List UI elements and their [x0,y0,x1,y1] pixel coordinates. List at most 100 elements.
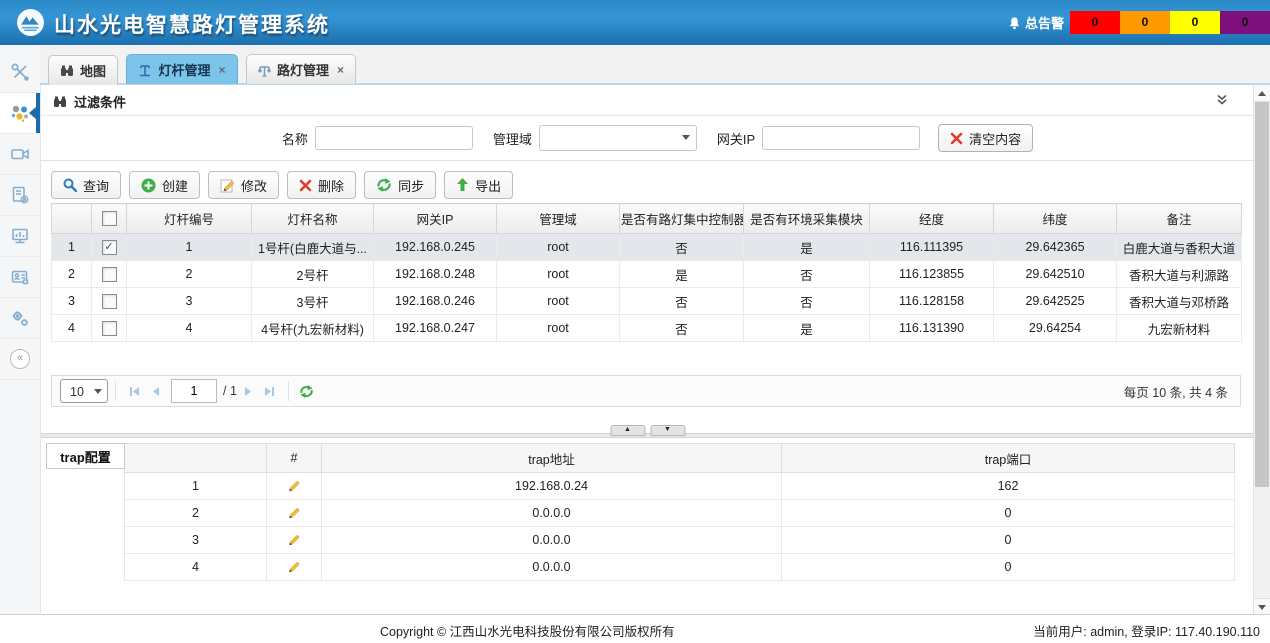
alarm-label: 总告警 [1025,13,1064,32]
tab-streetlight-management[interactable]: 路灯管理 [246,54,356,84]
sidebar [0,45,41,615]
cell: 29.642365 [994,234,1117,261]
table-row[interactable]: 3 3 3号杆 192.168.0.246 root 否 否 116.12815… [52,288,1242,315]
refresh-button[interactable] [296,380,318,402]
cell: 116.111395 [870,234,994,261]
trap-header-row: # trap地址 trap端口 [125,444,1235,473]
pole-icon [138,63,152,77]
prev-page-button[interactable] [145,380,167,402]
trap-port-cell: 0 [782,554,1235,581]
sidebar-item-tools[interactable] [0,52,40,93]
gateway-ip-input[interactable] [762,126,920,150]
first-page-button[interactable] [123,380,145,402]
edit-pencil-icon [220,178,235,193]
alarm-count-major[interactable]: 0 [1120,11,1170,34]
cell: 九宏新材料 [1117,315,1242,342]
scroll-up-button[interactable] [1254,85,1270,102]
clear-button[interactable]: 清空内容 [938,124,1033,152]
tab-map-label: 地图 [80,61,106,80]
create-button[interactable]: 创建 [129,171,200,199]
next-page-button[interactable] [237,380,259,402]
col-remark: 备注 [1117,204,1242,234]
table-row[interactable]: 2 2 2号杆 192.168.0.248 root 是 否 116.12385… [52,261,1242,288]
row-checkbox[interactable] [102,294,117,309]
tab-pole-management[interactable]: 灯杆管理 [126,54,237,84]
cell: 香积大道与利源路 [1117,261,1242,288]
splitter-buttons [610,425,685,436]
alarm-count-warning[interactable]: 0 [1220,11,1270,34]
page-size-select[interactable]: 10 [60,379,108,403]
edit-pencil-icon[interactable] [287,478,301,492]
row-number: 1 [52,234,92,261]
last-page-button[interactable] [259,380,281,402]
chevron-down-icon [94,389,102,394]
trap-address-cell: 0.0.0.0 [322,554,782,581]
page-count-label: / 1 [223,384,237,398]
cell: 否 [620,315,744,342]
trap-col-port: trap端口 [782,444,1235,473]
cell: 香积大道与邓桥路 [1117,288,1242,315]
select-all-checkbox[interactable] [102,211,117,226]
tab-map[interactable]: 地图 [48,55,118,85]
export-button[interactable]: 导出 [444,171,513,199]
pagination-bar: 10 / 1 [51,375,1241,407]
trap-port-cell: 0 [782,527,1235,554]
query-button[interactable]: 查询 [51,171,121,199]
checkbox-cell [92,261,127,288]
table-row[interactable]: 4 4 4号杆(九宏新材料) 192.168.0.247 root 否 是 11… [52,315,1242,342]
row-number: 4 [125,554,267,581]
cell: 3 [127,288,252,315]
cell: 2号杆 [252,261,374,288]
sidebar-item-report[interactable] [0,175,40,216]
domain-select[interactable] [539,125,697,151]
row-checkbox[interactable] [102,240,117,255]
alarm-count-critical[interactable]: 0 [1070,11,1120,34]
cell: 是 [744,315,870,342]
delete-button[interactable]: 删除 [287,171,356,199]
scrollbar-thumb[interactable] [1255,102,1269,487]
trap-port-cell: 162 [782,473,1235,500]
sidebar-item-camera[interactable] [0,134,40,175]
name-input[interactable] [315,126,473,150]
edit-cell [267,527,322,554]
col-pole-name: 灯杆名称 [252,204,374,234]
trap-row[interactable]: 2 0.0.0.0 0 [125,500,1235,527]
scroll-down-button[interactable] [1254,598,1270,615]
table-row[interactable]: 1 1 1号杆(白鹿大道与... 192.168.0.245 root 否 是 … [52,234,1242,261]
pole-table: 灯杆编号 灯杆名称 网关IP 管理域 是否有路灯集中控制器 是否有环境采集模块 … [51,203,1242,342]
sidebar-item-account[interactable] [0,257,40,298]
edit-pencil-icon[interactable] [287,505,301,519]
trap-row[interactable]: 4 0.0.0.0 0 [125,554,1235,581]
tab-bar: 地图 灯杆管理 路灯管理 [40,45,1270,85]
tab-streetlight-label: 路灯管理 [277,60,329,79]
trap-row[interactable]: 1 192.168.0.24 162 [125,473,1235,500]
trap-address-cell: 0.0.0.0 [322,500,782,527]
cell: 白鹿大道与香积大道 [1117,234,1242,261]
tab-trap-config[interactable]: trap配置 [46,443,125,469]
row-checkbox[interactable] [102,321,117,336]
close-icon[interactable] [337,65,344,75]
row-number: 2 [125,500,267,527]
vertical-scrollbar[interactable] [1253,85,1270,615]
trap-row[interactable]: 3 0.0.0.0 0 [125,527,1235,554]
edit-pencil-icon[interactable] [287,559,301,573]
page-number-input[interactable] [171,379,217,403]
sidebar-collapse-button[interactable] [0,339,40,380]
checkbox-cell [92,288,127,315]
tab-pole-label: 灯杆管理 [158,60,210,79]
sidebar-item-monitor[interactable] [0,216,40,257]
close-icon[interactable] [218,65,225,75]
sidebar-item-settings[interactable] [0,298,40,339]
sync-button[interactable]: 同步 [364,171,436,199]
domain-label: 管理域 [493,129,532,148]
row-checkbox[interactable] [102,267,117,282]
edit-cell [267,473,322,500]
filter-collapse-button[interactable] [1216,94,1228,106]
modify-button[interactable]: 修改 [208,171,279,199]
splitter-expand-down-button[interactable] [650,425,685,436]
chevron-down-icon [682,135,690,140]
sidebar-item-device-topology[interactable] [0,93,40,134]
splitter-expand-up-button[interactable] [610,425,645,436]
edit-pencil-icon[interactable] [287,532,301,546]
alarm-count-minor[interactable]: 0 [1170,11,1220,34]
